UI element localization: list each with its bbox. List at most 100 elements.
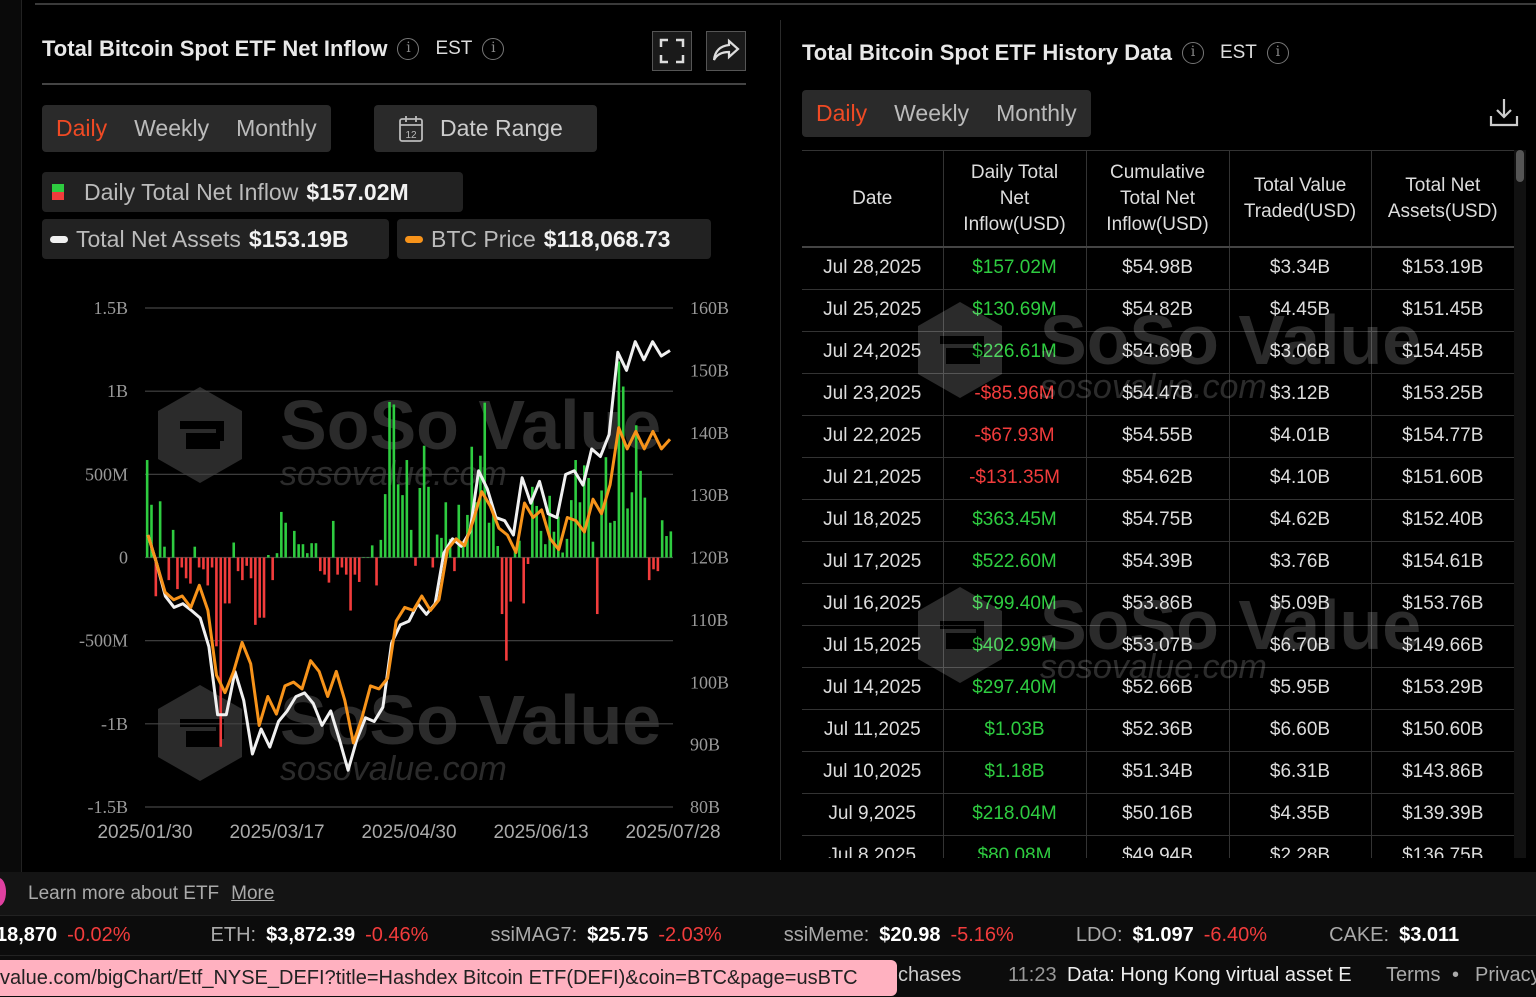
tab-monthly[interactable]: Monthly — [236, 115, 317, 142]
inflow-bar — [293, 530, 296, 558]
inflow-bar — [392, 404, 396, 558]
info-icon[interactable]: i — [397, 38, 420, 60]
inflow-bar — [370, 545, 374, 558]
net-inflow-chart[interactable]: 1.5B 1B 500M 0 -500M -1B -1.5B 160B 150B 140B 130B… — [40, 290, 750, 850]
value-traded-cell: $4.01B — [1229, 415, 1372, 458]
news-headline[interactable]: Data: Hong Kong virtual asset E — [1067, 964, 1352, 987]
value-traded-cell: $6.31B — [1229, 751, 1372, 794]
inflow-bar — [578, 502, 582, 558]
link-url-tooltip: value.com/bigChart/Etf_NYSE_DEFI?title=H… — [0, 960, 897, 996]
inflow-bar — [457, 504, 461, 558]
date-range-button[interactable]: 12 Date Range — [374, 105, 597, 152]
privacy-link[interactable]: Privacy — [1475, 964, 1536, 987]
inflow-bar — [362, 557, 365, 558]
header-divider — [42, 83, 746, 85]
inflow-bar — [500, 557, 504, 615]
value-traded-cell: $5.95B — [1229, 667, 1372, 710]
ticker-item[interactable]: ETH: $3,872.39 -0.46% — [211, 924, 439, 947]
legend-inflow[interactable]: Daily Total Net Inflow $157.02M — [42, 172, 463, 212]
inflow-bar — [600, 490, 603, 558]
net-assets-cell: $151.45B — [1371, 289, 1514, 332]
ticker-item[interactable]: ssiMeme: $20.98 -5.16% — [784, 924, 1024, 947]
scrollbar-thumb[interactable] — [1516, 150, 1524, 182]
ticker-item[interactable]: ssiMAG7: $25.75 -2.03% — [490, 924, 731, 947]
date-cell: Jul 17,2025 — [802, 541, 944, 584]
cumulative-inflow-cell: $51.34B — [1086, 751, 1230, 794]
x-axis-tick: 2025/01/30 — [97, 822, 192, 843]
inflow-bar — [202, 557, 205, 570]
inflow-bar — [189, 557, 192, 584]
column-header: Date — [802, 151, 944, 248]
download-icon — [1489, 99, 1519, 127]
tab-daily[interactable]: Daily — [816, 100, 867, 127]
inflow-bar — [431, 557, 435, 568]
inflow-bar — [522, 557, 525, 604]
tab-weekly[interactable]: Weekly — [134, 115, 209, 142]
legend-net-assets[interactable]: Total Net Assets $153.19B — [42, 219, 389, 259]
net-assets-cell: $149.66B — [1371, 625, 1514, 668]
net-inflow-cell: $522.60M — [943, 541, 1087, 584]
inflow-legend-label: Daily Total Net Inflow — [84, 178, 299, 205]
tab-daily[interactable]: Daily — [56, 115, 107, 142]
inflow-bar — [344, 557, 348, 575]
value-traded-cell: $6.70B — [1229, 625, 1372, 668]
inflow-bar — [336, 557, 339, 575]
net-assets-cell: $153.19B — [1371, 247, 1514, 290]
inflow-bar — [639, 470, 642, 558]
inflow-bar — [435, 534, 439, 558]
more-link[interactable]: More — [231, 883, 274, 905]
news-fragment[interactable]: chases — [898, 964, 961, 987]
timezone-label: EST — [1219, 42, 1257, 63]
inflow-bar — [595, 557, 599, 615]
table-row: Jul 28,2025 $157.02M $54.98B $3.34B $153.19B — [802, 247, 1514, 290]
ticker-change: -6.40% — [1203, 924, 1268, 946]
ticker-change: -2.03% — [658, 924, 722, 946]
date-cell: Jul 22,2025 — [802, 415, 944, 458]
ticker-price: $3.011 — [1399, 924, 1460, 946]
inflow-bar — [565, 538, 569, 558]
timezone-info-icon[interactable]: i — [1266, 42, 1289, 64]
cumulative-inflow-cell: $52.36B — [1086, 709, 1230, 752]
inflow-bar — [353, 557, 357, 575]
inflow-bar — [461, 546, 465, 558]
tab-monthly[interactable]: Monthly — [996, 100, 1077, 127]
table-scrollbar[interactable] — [1514, 150, 1526, 858]
inflow-bar — [323, 557, 326, 575]
ticker-item[interactable]: LDO: $1.097 -6.40% — [1076, 924, 1277, 947]
price-legend-label: BTC Price — [431, 225, 536, 252]
ticker-item[interactable]: 18,870 -0.02% — [0, 924, 141, 947]
inflow-bar — [548, 495, 551, 558]
table-row: Jul 21,2025 -$131.35M $54.62B $4.10B $151.60… — [802, 457, 1514, 500]
fullscreen-button[interactable] — [652, 31, 692, 71]
x-axis-tick: 2025/06/13 — [493, 822, 588, 843]
share-button[interactable] — [706, 31, 746, 71]
ticker-symbol: LDO: — [1075, 924, 1123, 946]
tab-weekly[interactable]: Weekly — [894, 100, 969, 127]
left-axis-tick: 500M — [85, 464, 128, 484]
inflow-bar — [617, 361, 621, 558]
inflow-bar — [180, 557, 184, 568]
inflow-bar — [613, 520, 616, 558]
inflow-bar — [621, 386, 625, 558]
left-axis-tick: -500M — [79, 631, 128, 651]
inflow-bar — [232, 542, 236, 558]
terms-link[interactable]: Terms — [1386, 964, 1440, 987]
download-button[interactable] — [1488, 96, 1520, 133]
table-row: Jul 14,2025 $297.40M $52.66B $5.95B $153.29B — [802, 667, 1514, 710]
inflow-bar — [409, 529, 413, 558]
info-icon[interactable]: i — [1181, 42, 1204, 64]
price-ticker: 18,870 -0.02% ETH: $3,872.39 -0.46% ssiMAG7: $… — [0, 915, 1536, 955]
inflow-bar — [427, 486, 430, 558]
cumulative-inflow-cell: $54.69B — [1086, 331, 1230, 374]
inflow-bar — [383, 494, 387, 558]
legend-btc-price[interactable]: BTC Price $118,068.73 — [397, 219, 711, 259]
inflow-bar — [340, 557, 344, 568]
net-inflow-cell: $218.04M — [943, 793, 1087, 836]
ticker-item[interactable]: CAKE: $3.011 — [1329, 924, 1469, 947]
timezone-info-icon[interactable]: i — [482, 38, 505, 60]
inflow-bar — [630, 492, 634, 558]
net-inflow-cell: $363.45M — [943, 499, 1087, 542]
value-traded-cell: $3.34B — [1229, 247, 1372, 290]
watermark-logo — [910, 300, 1010, 405]
ticker-price: $3,872.39 — [266, 924, 356, 946]
